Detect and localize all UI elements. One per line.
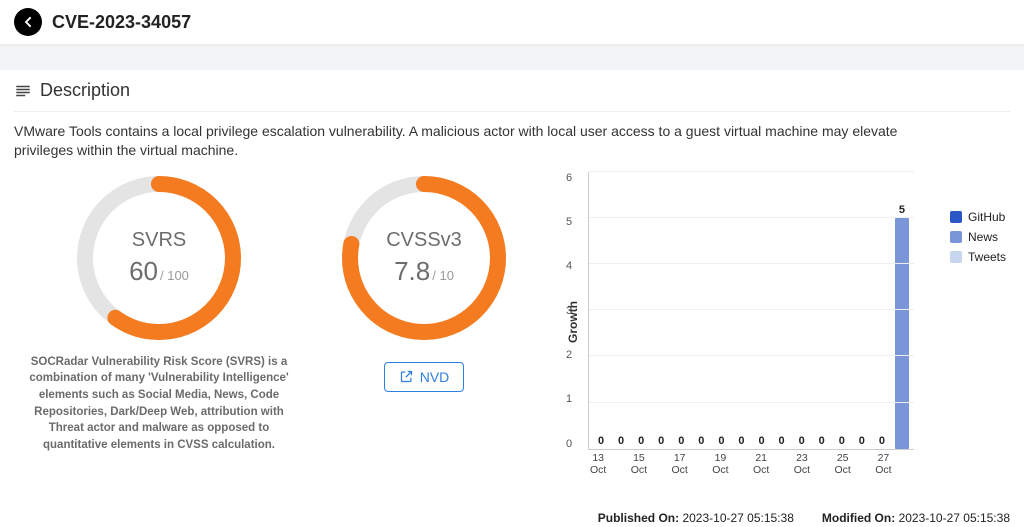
bars-container: 0 0 0 0 0 0 0 0 0 0 0 0 0 0 0 5 bbox=[589, 172, 914, 449]
svrs-note: SOCRadar Vulnerability Risk Score (SVRS)… bbox=[19, 354, 299, 454]
bar-slot: 0 bbox=[611, 172, 631, 449]
bar-value-label: 0 bbox=[598, 435, 604, 447]
description-text: VMware Tools contains a local privilege … bbox=[14, 122, 914, 160]
cvss-gauge-column: CVSSv3 7.8/ 10 NVD bbox=[324, 168, 524, 472]
growth-chart: Growth 6543210 0000000000000005 13 Oct15… bbox=[544, 168, 1010, 472]
svrs-label: SVRS bbox=[132, 229, 186, 252]
bar bbox=[895, 218, 909, 449]
bar-value-label: 0 bbox=[819, 435, 825, 447]
bar-value-label: 0 bbox=[698, 435, 704, 447]
section-header: Description bbox=[14, 80, 1010, 112]
bar-slot: 0 bbox=[832, 172, 852, 449]
cvss-gauge: CVSSv3 7.8/ 10 bbox=[334, 168, 514, 348]
x-tick-labels: 13 Oct15 Oct17 Oct19 Oct21 Oct23 Oct25 O… bbox=[588, 452, 914, 472]
bar-slot: 0 bbox=[772, 172, 792, 449]
bar-slot: 0 bbox=[872, 172, 892, 449]
bar-value-label: 0 bbox=[859, 435, 865, 447]
bar-slot: 0 bbox=[852, 172, 872, 449]
bar-value-label: 0 bbox=[779, 435, 785, 447]
bar-slot: 5 bbox=[892, 172, 912, 449]
legend-label: News bbox=[968, 230, 998, 244]
legend-item[interactable]: GitHub bbox=[950, 210, 1006, 224]
y-tick-labels: 6543210 bbox=[566, 172, 572, 450]
bar-value-label: 0 bbox=[618, 435, 624, 447]
bar-value-label: 5 bbox=[899, 204, 905, 216]
bar-slot: 0 bbox=[691, 172, 711, 449]
bar-value-label: 0 bbox=[839, 435, 845, 447]
page-header: CVE-2023-34057 bbox=[0, 0, 1024, 46]
bar-slot: 0 bbox=[651, 172, 671, 449]
bar-slot: 0 bbox=[711, 172, 731, 449]
legend-swatch bbox=[950, 231, 962, 243]
cve-id-title: CVE-2023-34057 bbox=[52, 12, 191, 33]
nvd-link-button[interactable]: NVD bbox=[384, 362, 465, 392]
bar-value-label: 0 bbox=[658, 435, 664, 447]
svrs-gauge: SVRS 60/ 100 bbox=[69, 168, 249, 348]
cvss-value: 7.8/ 10 bbox=[394, 256, 454, 287]
bar-value-label: 0 bbox=[879, 435, 885, 447]
arrow-left-icon bbox=[20, 14, 36, 30]
separator-bar bbox=[0, 46, 1024, 70]
footer-dates: Published On: 2023-10-27 05:15:38 Modifi… bbox=[598, 511, 1010, 525]
section-title: Description bbox=[40, 80, 130, 101]
legend-item[interactable]: Tweets bbox=[950, 250, 1006, 264]
legend-label: Tweets bbox=[968, 250, 1006, 264]
external-link-icon bbox=[399, 369, 414, 384]
panels-row: SVRS 60/ 100 SOCRadar Vulnerability Risk… bbox=[14, 168, 1010, 472]
bar-value-label: 0 bbox=[758, 435, 764, 447]
legend-label: GitHub bbox=[968, 210, 1005, 224]
bar-slot: 0 bbox=[631, 172, 651, 449]
bar-slot: 0 bbox=[671, 172, 691, 449]
bar-value-label: 0 bbox=[799, 435, 805, 447]
bar-value-label: 0 bbox=[718, 435, 724, 447]
legend-item[interactable]: News bbox=[950, 230, 1006, 244]
back-button[interactable] bbox=[14, 8, 42, 36]
svrs-value: 60/ 100 bbox=[129, 256, 189, 287]
chart-legend: GitHub News Tweets bbox=[950, 210, 1006, 264]
svrs-gauge-column: SVRS 60/ 100 SOCRadar Vulnerability Risk… bbox=[14, 168, 304, 472]
bar-value-label: 0 bbox=[738, 435, 744, 447]
bar-slot: 0 bbox=[591, 172, 611, 449]
bar-slot: 0 bbox=[731, 172, 751, 449]
bar-slot: 0 bbox=[792, 172, 812, 449]
cvss-label: CVSSv3 bbox=[386, 229, 462, 252]
bar-slot: 0 bbox=[752, 172, 772, 449]
bar-value-label: 0 bbox=[638, 435, 644, 447]
bar-slot: 0 bbox=[812, 172, 832, 449]
legend-swatch bbox=[950, 211, 962, 223]
legend-swatch bbox=[950, 251, 962, 263]
content-area: Description VMware Tools contains a loca… bbox=[0, 70, 1024, 472]
bar-value-label: 0 bbox=[678, 435, 684, 447]
plot-area: 0 0 0 0 0 0 0 0 0 0 0 0 0 0 0 5 bbox=[588, 172, 914, 450]
description-icon bbox=[14, 82, 32, 100]
